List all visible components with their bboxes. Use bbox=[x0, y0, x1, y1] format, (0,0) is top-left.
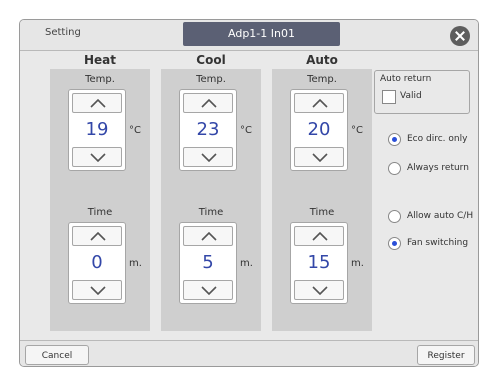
heat-time-down-button[interactable] bbox=[72, 280, 122, 300]
cool-time-stepper: 5 bbox=[179, 222, 237, 304]
chevron-down-icon bbox=[201, 153, 217, 162]
chevron-down-icon bbox=[201, 286, 217, 295]
heat-temp-stepper: 19 bbox=[68, 89, 126, 171]
chevron-down-icon bbox=[312, 286, 328, 295]
cool-temp-label: Temp. bbox=[196, 74, 226, 85]
auto-temp-up-button[interactable] bbox=[294, 93, 344, 113]
cool-temp-stepper: 23 bbox=[179, 89, 237, 171]
heat-temp-label: Temp. bbox=[85, 74, 115, 85]
chevron-up-icon bbox=[90, 232, 106, 241]
valid-checkbox-label: Valid bbox=[400, 91, 422, 101]
auto-time-value: 15 bbox=[307, 252, 331, 273]
radio-button[interactable] bbox=[388, 210, 401, 223]
heat-time-label: Time bbox=[87, 207, 113, 218]
chevron-down-icon bbox=[90, 286, 106, 295]
auto-time-down-button[interactable] bbox=[294, 280, 344, 300]
heat-temp-value: 19 bbox=[85, 119, 109, 140]
radio-label: Fan switching bbox=[407, 238, 469, 248]
cool-temp-down-button[interactable] bbox=[183, 147, 233, 167]
auto-temp-unit: °C bbox=[351, 125, 363, 136]
auto-return-label: Auto return bbox=[380, 74, 432, 84]
heat-time-stepper: 0 bbox=[68, 222, 126, 304]
cool-time-down-button[interactable] bbox=[183, 280, 233, 300]
chevron-down-icon bbox=[312, 153, 328, 162]
radio-label: Eco dirc. only bbox=[407, 134, 468, 144]
valid-checkbox[interactable] bbox=[382, 90, 396, 104]
column-title-auto: Auto bbox=[306, 53, 338, 67]
chevron-up-icon bbox=[201, 99, 217, 108]
radio-button[interactable] bbox=[388, 133, 401, 146]
panel-heat: Temp. 19 °C Time 0 m. bbox=[50, 69, 150, 331]
radio-button[interactable] bbox=[388, 237, 401, 250]
dialog-title: Setting bbox=[45, 27, 81, 38]
radio-button[interactable] bbox=[388, 162, 401, 175]
heat-time-unit: m. bbox=[129, 258, 142, 269]
cool-time-value: 5 bbox=[202, 252, 214, 273]
chevron-up-icon bbox=[312, 99, 328, 108]
heat-time-up-button[interactable] bbox=[72, 226, 122, 246]
auto-time-label: Time bbox=[309, 207, 335, 218]
chevron-up-icon bbox=[90, 99, 106, 108]
cancel-button[interactable]: Cancel bbox=[25, 345, 89, 365]
heat-temp-unit: °C bbox=[129, 125, 141, 136]
cool-temp-unit: °C bbox=[240, 125, 252, 136]
dialog-header: Setting Adp1-1 In01 bbox=[20, 20, 478, 51]
auto-time-stepper: 15 bbox=[290, 222, 348, 304]
panel-auto: Temp. 20 °C Time 15 m. bbox=[272, 69, 372, 331]
auto-temp-stepper: 20 bbox=[290, 89, 348, 171]
auto-temp-label: Temp. bbox=[307, 74, 337, 85]
cool-temp-value: 23 bbox=[196, 119, 220, 140]
chevron-up-icon bbox=[201, 232, 217, 241]
heat-temp-down-button[interactable] bbox=[72, 147, 122, 167]
auto-temp-value: 20 bbox=[307, 119, 331, 140]
column-title-heat: Heat bbox=[83, 53, 116, 67]
auto-temp-down-button[interactable] bbox=[294, 147, 344, 167]
heat-time-value: 0 bbox=[91, 252, 103, 273]
radio-label: Always return bbox=[407, 163, 469, 173]
cool-temp-up-button[interactable] bbox=[183, 93, 233, 113]
chevron-up-icon bbox=[312, 232, 328, 241]
cool-time-unit: m. bbox=[240, 258, 253, 269]
column-title-cool: Cool bbox=[196, 53, 226, 67]
cool-time-up-button[interactable] bbox=[183, 226, 233, 246]
panel-cool: Temp. 23 °C Time 5 m. bbox=[161, 69, 261, 331]
auto-time-unit: m. bbox=[351, 258, 364, 269]
setting-dialog: Setting Adp1-1 In01 Heat Temp. 19 °C Tim… bbox=[19, 19, 479, 367]
unit-name-bar: Adp1-1 In01 bbox=[183, 22, 340, 46]
auto-return-box: Auto return Valid bbox=[374, 70, 470, 114]
cool-time-label: Time bbox=[198, 207, 224, 218]
chevron-down-icon bbox=[90, 153, 106, 162]
radio-label: Allow auto C/H bbox=[407, 211, 474, 221]
close-icon[interactable] bbox=[450, 26, 470, 46]
dialog-footer: Cancel Register bbox=[20, 340, 478, 366]
register-button[interactable]: Register bbox=[417, 345, 475, 365]
heat-temp-up-button[interactable] bbox=[72, 93, 122, 113]
auto-time-up-button[interactable] bbox=[294, 226, 344, 246]
